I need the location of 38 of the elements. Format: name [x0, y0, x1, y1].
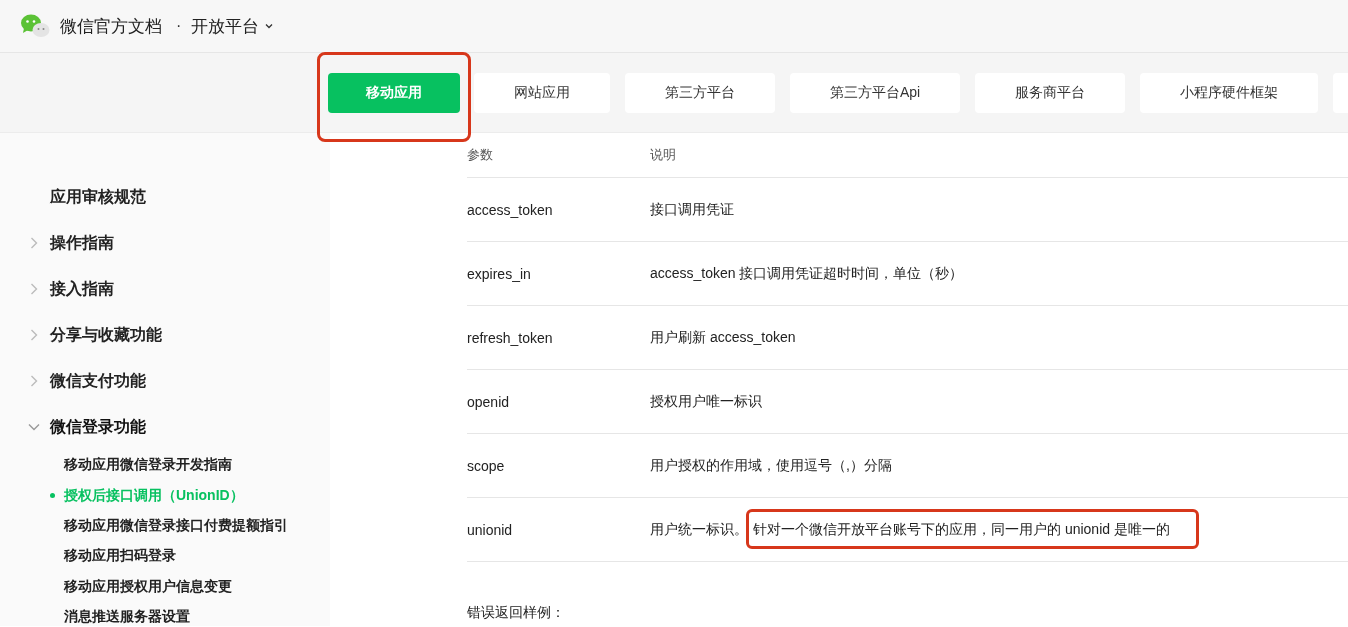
table-cell: expires_in [467, 241, 650, 306]
column-header: 参数 [467, 133, 650, 178]
separator-dot: · [176, 17, 182, 35]
bullet-dot-icon [50, 493, 55, 499]
table-cell: scope [467, 433, 650, 498]
tab[interactable]: 服务商平台 [975, 73, 1126, 113]
site-title[interactable]: 微信官方文档 [60, 14, 162, 38]
nav-item[interactable]: 接入指南 [50, 278, 114, 300]
nav-item[interactable]: 操作指南 [50, 232, 114, 254]
section-label: 错误返回样例： [467, 604, 566, 622]
nav-subitem[interactable]: 移动应用微信登录开发指南 [64, 456, 232, 475]
nav-item[interactable]: 分享与收藏功能 [50, 324, 162, 346]
highlighted-text: 针对一个微信开放平台账号下的应用，同一用户的 unionid 是唯一的 [746, 508, 1199, 549]
table-cell: access_token 接口调用凭证超时时间，单位（秒） [650, 241, 1348, 306]
nav-item[interactable]: 微信登录功能 [50, 416, 146, 438]
nav-subitem[interactable]: 消息推送服务器设置 [64, 608, 190, 627]
table-cell: refresh_token [467, 305, 650, 370]
table-cell: access_token [467, 177, 650, 242]
table-cell: 用户授权的作用域，使用逗号（,）分隔 [650, 433, 1348, 498]
column-header: 说明 [650, 133, 1348, 178]
table-cell: 授权用户唯一标识 [650, 369, 1348, 434]
nav-subitem[interactable]: 移动应用授权用户信息变更 [64, 577, 232, 596]
table-cell: unionid [467, 497, 650, 562]
nav-subitem[interactable]: 移动应用扫码登录 [64, 547, 176, 566]
table-cell: openid [467, 369, 650, 434]
nav-subitem[interactable]: 移动应用微信登录接口付费提额指引 [64, 516, 288, 535]
chat-bubbles-logo [20, 14, 50, 38]
section-dropdown[interactable]: 开放平台 [191, 14, 275, 38]
table-cell-text: 用户统一标识。 [650, 520, 748, 537]
tab[interactable]: 第三方平台 [625, 73, 775, 113]
tab[interactable]: 小程序硬件框架 [1140, 73, 1319, 113]
table-cell: 用户刷新 access_token [650, 305, 1348, 370]
table-cell: 接口调用凭证 [650, 177, 1348, 242]
chevron-down-icon [264, 21, 275, 31]
tab[interactable]: 第三方平台Api [790, 73, 961, 113]
nav-item[interactable]: 微信支付功能 [50, 370, 146, 392]
nav-item[interactable]: 应用审核规范 [50, 186, 146, 208]
tab[interactable]: 网站应用 [474, 73, 610, 113]
